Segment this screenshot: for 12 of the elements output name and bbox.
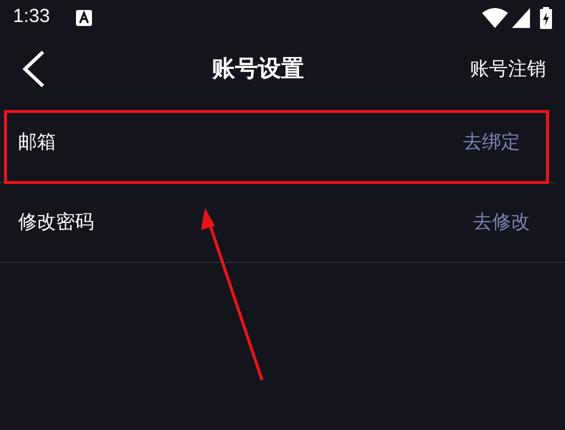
battery-icon xyxy=(540,6,552,28)
signal-icon xyxy=(512,8,530,28)
deactivate-account-link[interactable]: 账号注销 xyxy=(470,54,546,84)
status-time: 1:33 xyxy=(13,5,50,30)
settings-row-label: 修改密码 xyxy=(18,210,95,236)
app-notification-icon xyxy=(76,10,92,26)
back-icon[interactable] xyxy=(20,50,46,88)
page-title: 账号设置 xyxy=(212,54,304,84)
row-action-link[interactable]: 去绑定 xyxy=(463,128,520,157)
row-action-link[interactable]: 去修改 xyxy=(473,208,530,237)
wifi-icon xyxy=(482,8,508,28)
settings-row-label: 邮箱 xyxy=(18,130,57,156)
